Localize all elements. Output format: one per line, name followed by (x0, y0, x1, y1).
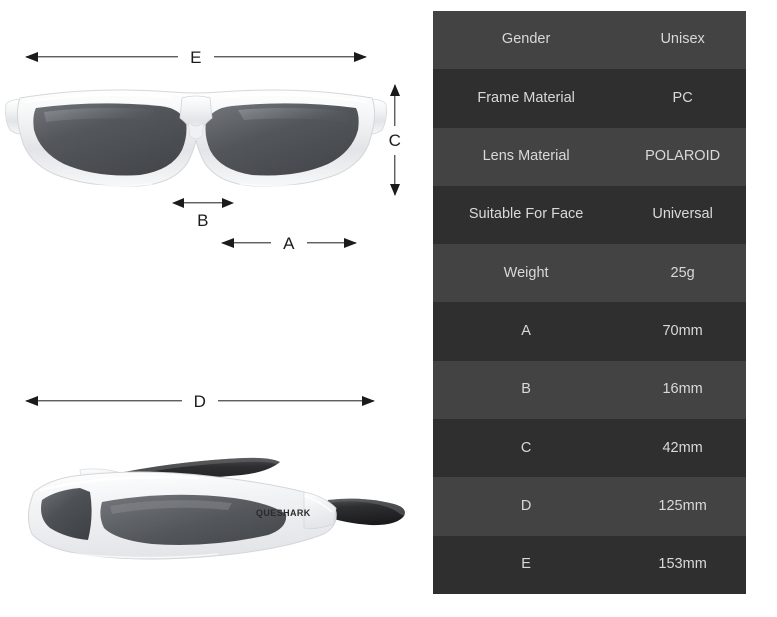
spec-label: B (521, 381, 531, 398)
dimension-b-label: B (197, 211, 209, 230)
table-row: Suitable For Face Universal (433, 185, 746, 245)
dimension-a-label: A (283, 233, 295, 253)
spec-value: Unisex (660, 31, 705, 48)
table-row: A 70mm (433, 302, 746, 361)
dimension-e: E (25, 46, 367, 68)
dimension-c-bottom-segment (390, 154, 400, 196)
dimension-e-label: E (190, 47, 202, 67)
dimension-e-right-segment (213, 52, 367, 62)
front-view-diagram: E C B A (0, 0, 430, 310)
spec-label: Frame Material (477, 89, 575, 106)
spec-label: C (520, 439, 532, 456)
spec-label: Lens Material (482, 148, 570, 165)
product-spec-sheet: E C B A D QUESHARK Gender Unisex Frame M… (0, 0, 777, 617)
spec-value: 16mm (662, 381, 703, 398)
spec-value: POLAROID (645, 148, 721, 165)
dimension-c-label: C (388, 130, 402, 150)
table-row: Weight 25g (433, 244, 746, 303)
side-view-diagram: D QUESHARK (0, 370, 430, 617)
diagram-panel: E C B A D QUESHARK (0, 0, 430, 617)
spec-value: 42mm (662, 439, 703, 456)
dimension-a-right-segment (306, 238, 357, 248)
dimension-d-left-segment (25, 396, 182, 406)
table-row: D 125mm (433, 477, 746, 536)
svg-text:QUESHARK: QUESHARK (256, 508, 311, 518)
spec-label: Suitable For Face (468, 206, 584, 223)
spec-value: Universal (652, 206, 713, 223)
sunglasses-angled-image: QUESHARK (28, 457, 405, 560)
dimension-b-line (172, 198, 234, 208)
dimension-a: A (221, 232, 357, 254)
table-row: E 153mm (433, 535, 746, 594)
spec-value: 125mm (658, 497, 707, 514)
spec-value: PC (672, 89, 693, 106)
spec-label: Gender (501, 31, 551, 48)
dimension-d-right-segment (218, 396, 375, 406)
sunglasses-front-image (5, 89, 387, 187)
dimension-d-label: D (193, 391, 207, 411)
spec-label: A (521, 322, 531, 339)
brand-logo-icon: QUESHARK (256, 508, 311, 518)
dimension-a-left-segment (221, 238, 272, 248)
table-row: Lens Material POLAROID (433, 127, 746, 186)
spec-value: 70mm (662, 322, 703, 339)
dimension-c: C (384, 84, 406, 196)
table-row: Frame Material PC (433, 69, 746, 128)
spec-label: D (520, 497, 532, 514)
spec-label: Weight (503, 264, 549, 281)
dimension-e-left-segment (25, 52, 179, 62)
spec-label: E (521, 556, 531, 573)
dimension-c-top-segment (390, 84, 400, 126)
table-row: Gender Unisex (433, 11, 746, 70)
dimension-b: B (172, 198, 234, 234)
dimension-d: D (25, 390, 375, 412)
table-row: B 16mm (433, 360, 746, 420)
table-row: C 42mm (433, 419, 746, 478)
spec-value: 25g (670, 264, 695, 281)
spec-value: 153mm (658, 556, 707, 573)
specification-table: Gender Unisex Frame Material PC Lens Mat… (433, 11, 746, 594)
